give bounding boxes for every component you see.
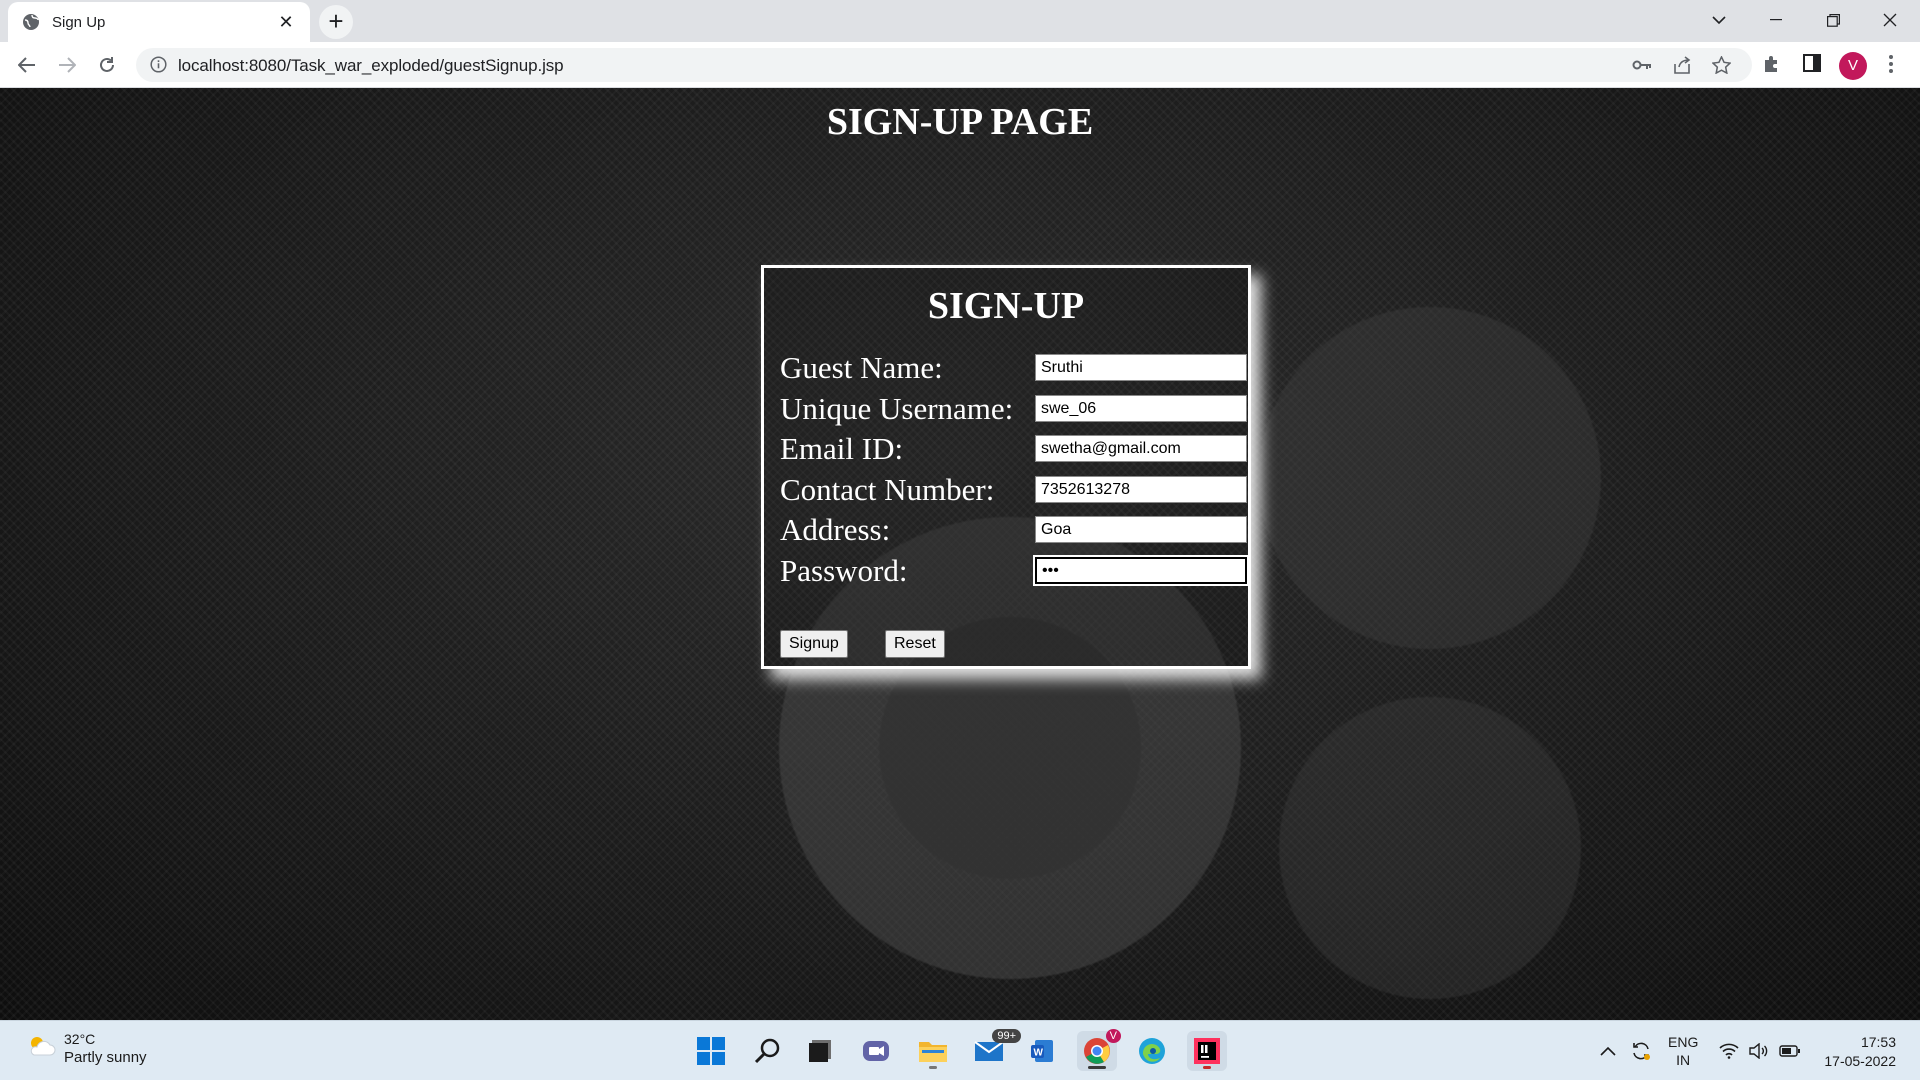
windows-start-icon[interactable] <box>691 1031 731 1071</box>
key-icon[interactable] <box>1632 56 1652 79</box>
input-language[interactable]: ENG IN <box>1668 1033 1698 1069</box>
username-input[interactable] <box>1035 395 1247 422</box>
password-input[interactable] <box>1033 555 1249 586</box>
email-row: Email ID: <box>780 431 1247 466</box>
contact-input[interactable] <box>1035 476 1247 503</box>
globe-icon <box>22 13 40 31</box>
extensions-puzzle-icon[interactable] <box>1762 54 1782 79</box>
clock-date: 17-05-2022 <box>1824 1053 1896 1069</box>
file-explorer-icon[interactable] <box>913 1031 953 1071</box>
minimize-button[interactable] <box>1756 4 1796 36</box>
address-row: Address: <box>780 512 1247 547</box>
mail-icon[interactable]: 99+ <box>969 1029 1021 1071</box>
weather-widget[interactable]: 32°C Partly sunny <box>26 1031 147 1066</box>
tab-title: Sign Up <box>52 13 106 31</box>
tab-search-icon[interactable] <box>1699 4 1739 36</box>
running-indicator <box>929 1066 937 1069</box>
running-indicator <box>1203 1066 1211 1069</box>
mail-badge: 99+ <box>992 1029 1021 1043</box>
reload-icon[interactable] <box>91 49 123 81</box>
chrome-profile-badge: V <box>1105 1029 1121 1043</box>
new-tab-button[interactable]: + <box>319 5 353 39</box>
language-code: ENG <box>1668 1034 1699 1050</box>
wifi-icon[interactable] <box>1719 1021 1739 1080</box>
clock[interactable]: 17:53 17-05-2022 <box>1824 1033 1896 1071</box>
teams-chat-icon[interactable] <box>856 1031 896 1071</box>
side-panel-icon[interactable] <box>1803 54 1821 77</box>
email-label: Email ID: <box>780 431 904 466</box>
bookmark-star-icon[interactable] <box>1711 55 1732 79</box>
volume-icon[interactable] <box>1749 1021 1769 1080</box>
email-input[interactable] <box>1035 435 1247 462</box>
close-tab-icon[interactable]: ✕ <box>276 12 296 32</box>
guest-name-input[interactable] <box>1035 354 1247 381</box>
page-title: SIGN-UP PAGE <box>826 101 1094 143</box>
site-info-icon[interactable] <box>150 56 167 78</box>
back-arrow-icon[interactable] <box>11 49 43 81</box>
close-window-button[interactable] <box>1870 4 1910 36</box>
password-row: Password: <box>780 553 1249 588</box>
active-indicator <box>1088 1066 1106 1069</box>
password-label: Password: <box>780 553 908 588</box>
region-code: IN <box>1676 1052 1691 1068</box>
svg-text:W: W <box>1034 1048 1044 1059</box>
contact-row: Contact Number: <box>780 472 1247 507</box>
form-title: SIGN-UP <box>927 285 1085 327</box>
search-icon[interactable] <box>748 1031 788 1071</box>
signup-form: SIGN-UP Guest Name: Unique Username: Ema… <box>761 265 1251 669</box>
menu-kebab-icon[interactable] <box>1888 54 1894 79</box>
battery-icon[interactable] <box>1779 1021 1801 1080</box>
task-view-icon[interactable] <box>800 1031 840 1071</box>
temperature: 32°C <box>64 1031 96 1047</box>
username-row: Unique Username: <box>780 391 1247 426</box>
profile-avatar[interactable]: V <box>1839 52 1867 80</box>
username-label: Unique Username: <box>780 391 1014 426</box>
guest-name-label: Guest Name: <box>780 350 943 385</box>
partly-sunny-icon <box>26 1033 56 1064</box>
address-label: Address: <box>780 512 891 547</box>
tab-sign-up[interactable]: Sign Up ✕ <box>8 2 310 42</box>
windows-taskbar: 32°C Partly sunny 99+ W V ENG IN 17:53 1… <box>0 1020 1920 1080</box>
reset-button[interactable]: Reset <box>885 630 945 658</box>
url-text[interactable]: localhost:8080/Task_war_exploded/guestSi… <box>178 56 564 76</box>
guest-name-row: Guest Name: <box>780 350 1247 385</box>
signup-button[interactable]: Signup <box>780 630 848 658</box>
weather-condition: Partly sunny <box>64 1049 147 1066</box>
intellij-idea-icon[interactable] <box>1187 1031 1227 1071</box>
edge-icon[interactable] <box>1132 1031 1172 1071</box>
page-content: SIGN-UP PAGE SIGN-UP Guest Name: Unique … <box>0 88 1920 1020</box>
clock-time: 17:53 <box>1860 1034 1896 1050</box>
chrome-icon[interactable]: V <box>1077 1029 1121 1071</box>
sync-icon[interactable] <box>1630 1021 1652 1080</box>
tab-strip: Sign Up ✕ + <box>0 0 1920 42</box>
address-bar[interactable]: localhost:8080/Task_war_exploded/guestSi… <box>136 48 1752 82</box>
contact-label: Contact Number: <box>780 472 995 507</box>
restore-button[interactable] <box>1813 4 1853 36</box>
share-icon[interactable] <box>1672 56 1692 79</box>
address-input[interactable] <box>1035 516 1247 543</box>
browser-toolbar: localhost:8080/Task_war_exploded/guestSi… <box>0 42 1920 88</box>
forward-arrow-icon[interactable] <box>51 49 83 81</box>
show-hidden-icons-chevron-icon[interactable] <box>1600 1021 1616 1080</box>
word-icon[interactable]: W <box>1022 1031 1062 1071</box>
